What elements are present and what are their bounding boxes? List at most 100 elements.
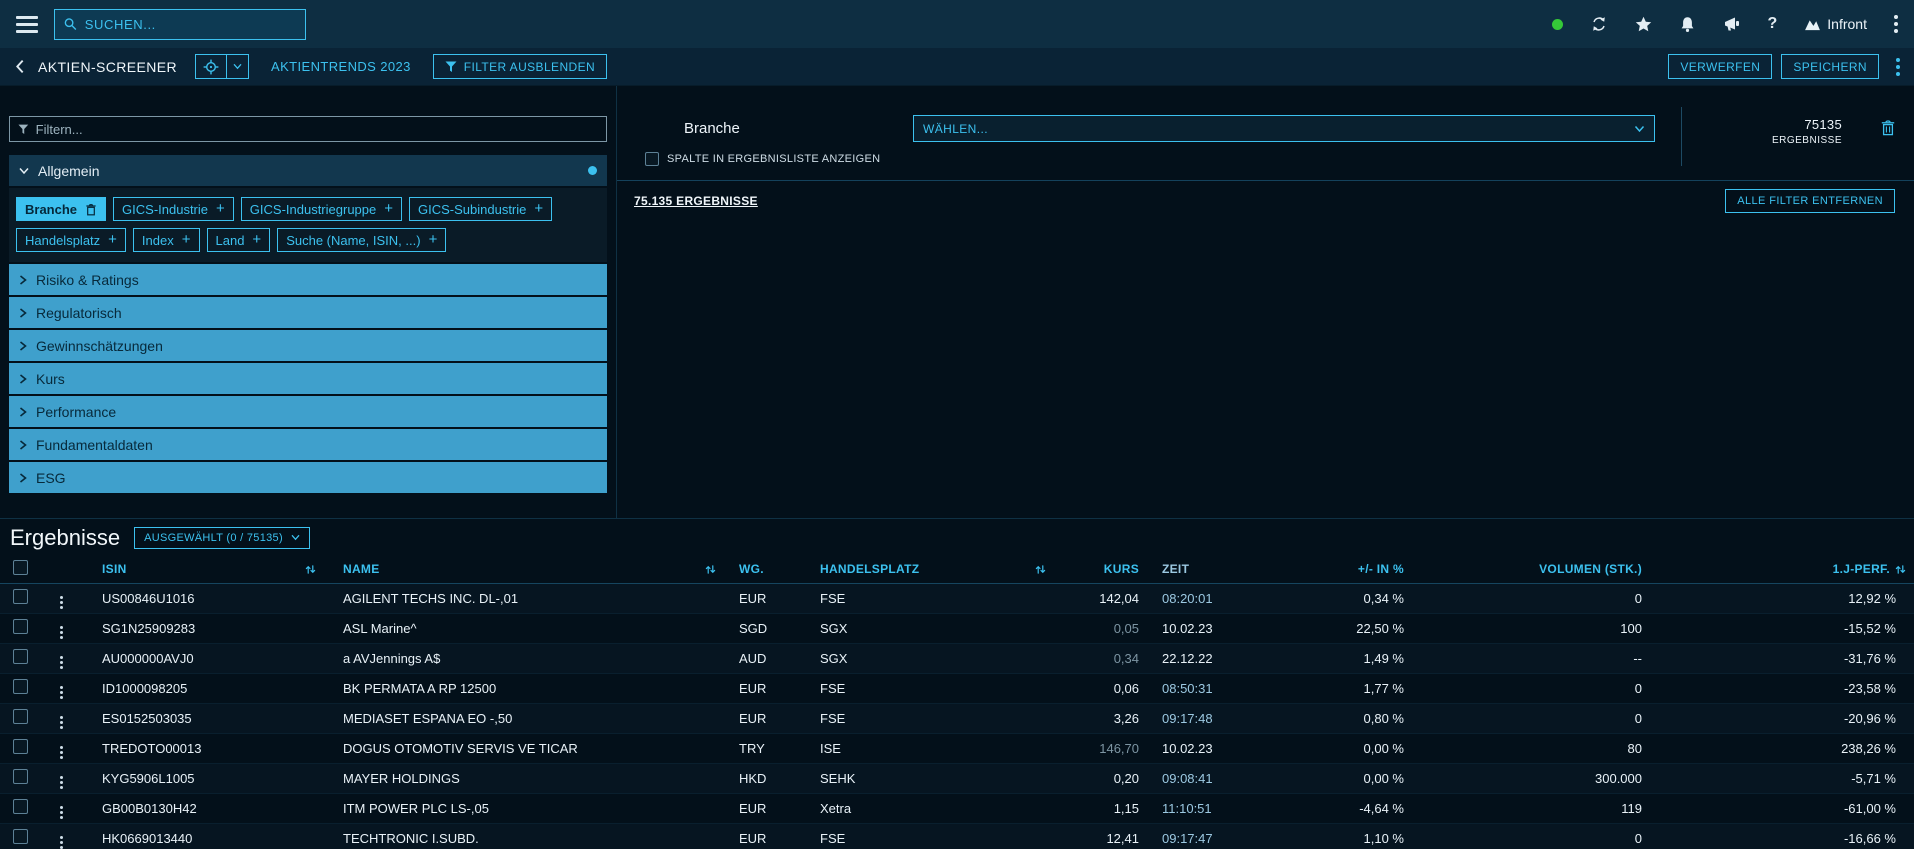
results-count-link[interactable]: 75.135 ERGEBNISSE <box>634 194 758 208</box>
row-checkbox[interactable] <box>13 649 28 664</box>
column-header-perf[interactable]: 1.J-PERF. <box>1692 556 1914 583</box>
table-row[interactable]: SG1N25909283 ASL Marine^ SGD SGX 0,05 10… <box>0 613 1914 643</box>
cell-time: 09:17:47 <box>1160 823 1292 849</box>
back-icon[interactable] <box>14 59 26 74</box>
toolbar-overflow-icon[interactable] <box>1896 58 1900 76</box>
row-checkbox[interactable] <box>13 679 28 694</box>
hide-filters-button[interactable]: FILTER AUSBLENDEN <box>433 54 607 79</box>
global-search[interactable] <box>54 9 306 40</box>
row-menu-icon[interactable] <box>60 776 63 789</box>
filter-section-header[interactable]: Regulatorisch <box>9 297 607 328</box>
cell-name: ASL Marine^ <box>322 613 722 643</box>
cell-isin: SG1N25909283 <box>82 613 322 643</box>
column-header-currency[interactable]: WG. <box>722 556 802 583</box>
crosshair-icon <box>203 59 219 75</box>
branche-select[interactable]: WÄHLEN... <box>913 115 1655 142</box>
chevron-right-icon <box>19 440 27 450</box>
show-column-checkbox[interactable] <box>645 152 659 166</box>
screen-name[interactable]: AKTIENTRENDS 2023 <box>271 59 411 74</box>
filter-chip[interactable]: Index + <box>133 228 200 252</box>
filter-chip-active[interactable]: Branche <box>16 197 106 221</box>
table-row[interactable]: US00846U1016 AGILENT TECHS INC. DL-,01 E… <box>0 583 1914 613</box>
filter-section-header[interactable]: Gewinnschätzungen <box>9 330 607 361</box>
bell-icon[interactable] <box>1679 16 1696 33</box>
star-icon[interactable] <box>1635 16 1652 33</box>
selected-dropdown[interactable]: AUSGEWÄHLT (0 / 75135) <box>134 527 310 549</box>
row-menu-icon[interactable] <box>60 716 63 729</box>
cell-volume: 300.000 <box>1452 763 1692 793</box>
table-row[interactable]: ES0152503035 MEDIASET ESPANA EO -,50 EUR… <box>0 703 1914 733</box>
row-menu-icon[interactable] <box>60 626 63 639</box>
cell-change: 0,00 % <box>1292 733 1452 763</box>
sort-icon <box>705 564 716 575</box>
help-icon[interactable]: ? <box>1768 15 1778 33</box>
row-menu-icon[interactable] <box>60 806 63 819</box>
save-button[interactable]: SPEICHERN <box>1781 54 1879 79</box>
cell-time: 10.02.23 <box>1160 613 1292 643</box>
screener-toolbar: AKTIEN-SCREENER AKTIENTRENDS 2023 FILTER… <box>0 48 1914 86</box>
menu-icon[interactable] <box>16 16 38 33</box>
filter-section-header[interactable]: Fundamentaldaten <box>9 429 607 460</box>
filter-chip[interactable]: GICS-Industrie + <box>113 197 234 221</box>
filter-chip[interactable]: GICS-Industriegruppe + <box>241 197 402 221</box>
row-menu-icon[interactable] <box>60 656 63 669</box>
row-checkbox[interactable] <box>13 619 28 634</box>
filter-chip[interactable]: Handelsplatz + <box>16 228 126 252</box>
remove-filter-button[interactable] <box>1880 119 1896 139</box>
row-menu-icon[interactable] <box>60 836 63 849</box>
megaphone-icon[interactable] <box>1723 16 1741 32</box>
row-menu-cell <box>40 793 82 823</box>
row-menu-icon[interactable] <box>60 596 63 609</box>
column-header-time[interactable]: ZEIT <box>1160 556 1292 583</box>
table-row[interactable]: HK0669013440 TECHTRONIC I.SUBD. EUR FSE … <box>0 823 1914 849</box>
cell-exchange: SGX <box>802 613 1052 643</box>
filters-region: Allgemein Branche GICS-Industrie + GICS-… <box>0 86 1914 519</box>
filter-chip[interactable]: Land + <box>207 228 271 252</box>
row-checkbox[interactable] <box>13 739 28 754</box>
filter-section-header[interactable]: ESG <box>9 462 607 493</box>
cell-price: 142,04 <box>1052 583 1160 613</box>
top-bar: ? Infront <box>0 0 1914 48</box>
column-header-price[interactable]: KURS <box>1052 556 1160 583</box>
remove-all-filters-button[interactable]: ALLE FILTER ENTFERNEN <box>1725 189 1895 213</box>
search-input[interactable] <box>85 17 296 32</box>
select-all-checkbox[interactable] <box>13 560 28 575</box>
row-menu-icon[interactable] <box>60 746 63 759</box>
discard-button[interactable]: VERWERFEN <box>1668 54 1772 79</box>
filter-search[interactable] <box>9 116 607 142</box>
column-header-volume[interactable]: VOLUMEN (STK.) <box>1452 556 1692 583</box>
filter-section-header[interactable]: Kurs <box>9 363 607 394</box>
row-checkbox[interactable] <box>13 829 28 844</box>
topbar-overflow-icon[interactable] <box>1894 15 1898 33</box>
refresh-icon[interactable] <box>1590 15 1608 33</box>
table-row[interactable]: GB00B0130H42 ITM POWER PLC LS-,05 EUR Xe… <box>0 793 1914 823</box>
row-checkbox[interactable] <box>13 589 28 604</box>
cell-volume: 100 <box>1452 613 1692 643</box>
column-header-exchange[interactable]: HANDELSPLATZ <box>802 556 1052 583</box>
select-all-checkbox-cell[interactable] <box>0 556 40 583</box>
filter-section-header[interactable]: Performance <box>9 396 607 427</box>
row-menu-icon[interactable] <box>60 686 63 699</box>
table-row[interactable]: AU000000AVJ0 a AVJennings A$ AUD SGX 0,3… <box>0 643 1914 673</box>
row-checkbox[interactable] <box>13 799 28 814</box>
filter-section-header[interactable]: Risiko & Ratings <box>9 264 607 295</box>
cell-isin: ID1000098205 <box>82 673 322 703</box>
column-header-isin[interactable]: ISIN <box>82 556 322 583</box>
table-row[interactable]: ID1000098205 BK PERMATA A RP 12500 EUR F… <box>0 673 1914 703</box>
filter-section-allgemein[interactable]: Allgemein <box>9 155 607 186</box>
column-header-change[interactable]: +/- IN % <box>1292 556 1452 583</box>
row-menu-cell <box>40 823 82 849</box>
filter-chip[interactable]: Suche (Name, ISIN, ...) + <box>277 228 446 252</box>
row-checkbox[interactable] <box>13 709 28 724</box>
filter-chip-label: Suche (Name, ISIN, ...) <box>286 233 420 248</box>
filter-chip[interactable]: GICS-Subindustrie + <box>409 197 552 221</box>
cell-time: 10.02.23 <box>1160 733 1292 763</box>
row-checkbox-cell <box>0 703 40 733</box>
row-checkbox[interactable] <box>13 769 28 784</box>
column-header-name[interactable]: NAME <box>322 556 722 583</box>
table-row[interactable]: TREDOTO00013 DOGUS OTOMOTIV SERVIS VE TI… <box>0 733 1914 763</box>
cell-exchange: FSE <box>802 673 1052 703</box>
link-target-button[interactable] <box>195 54 249 79</box>
table-row[interactable]: KYG5906L1005 MAYER HOLDINGS HKD SEHK 0,2… <box>0 763 1914 793</box>
filter-search-input[interactable] <box>36 122 598 137</box>
